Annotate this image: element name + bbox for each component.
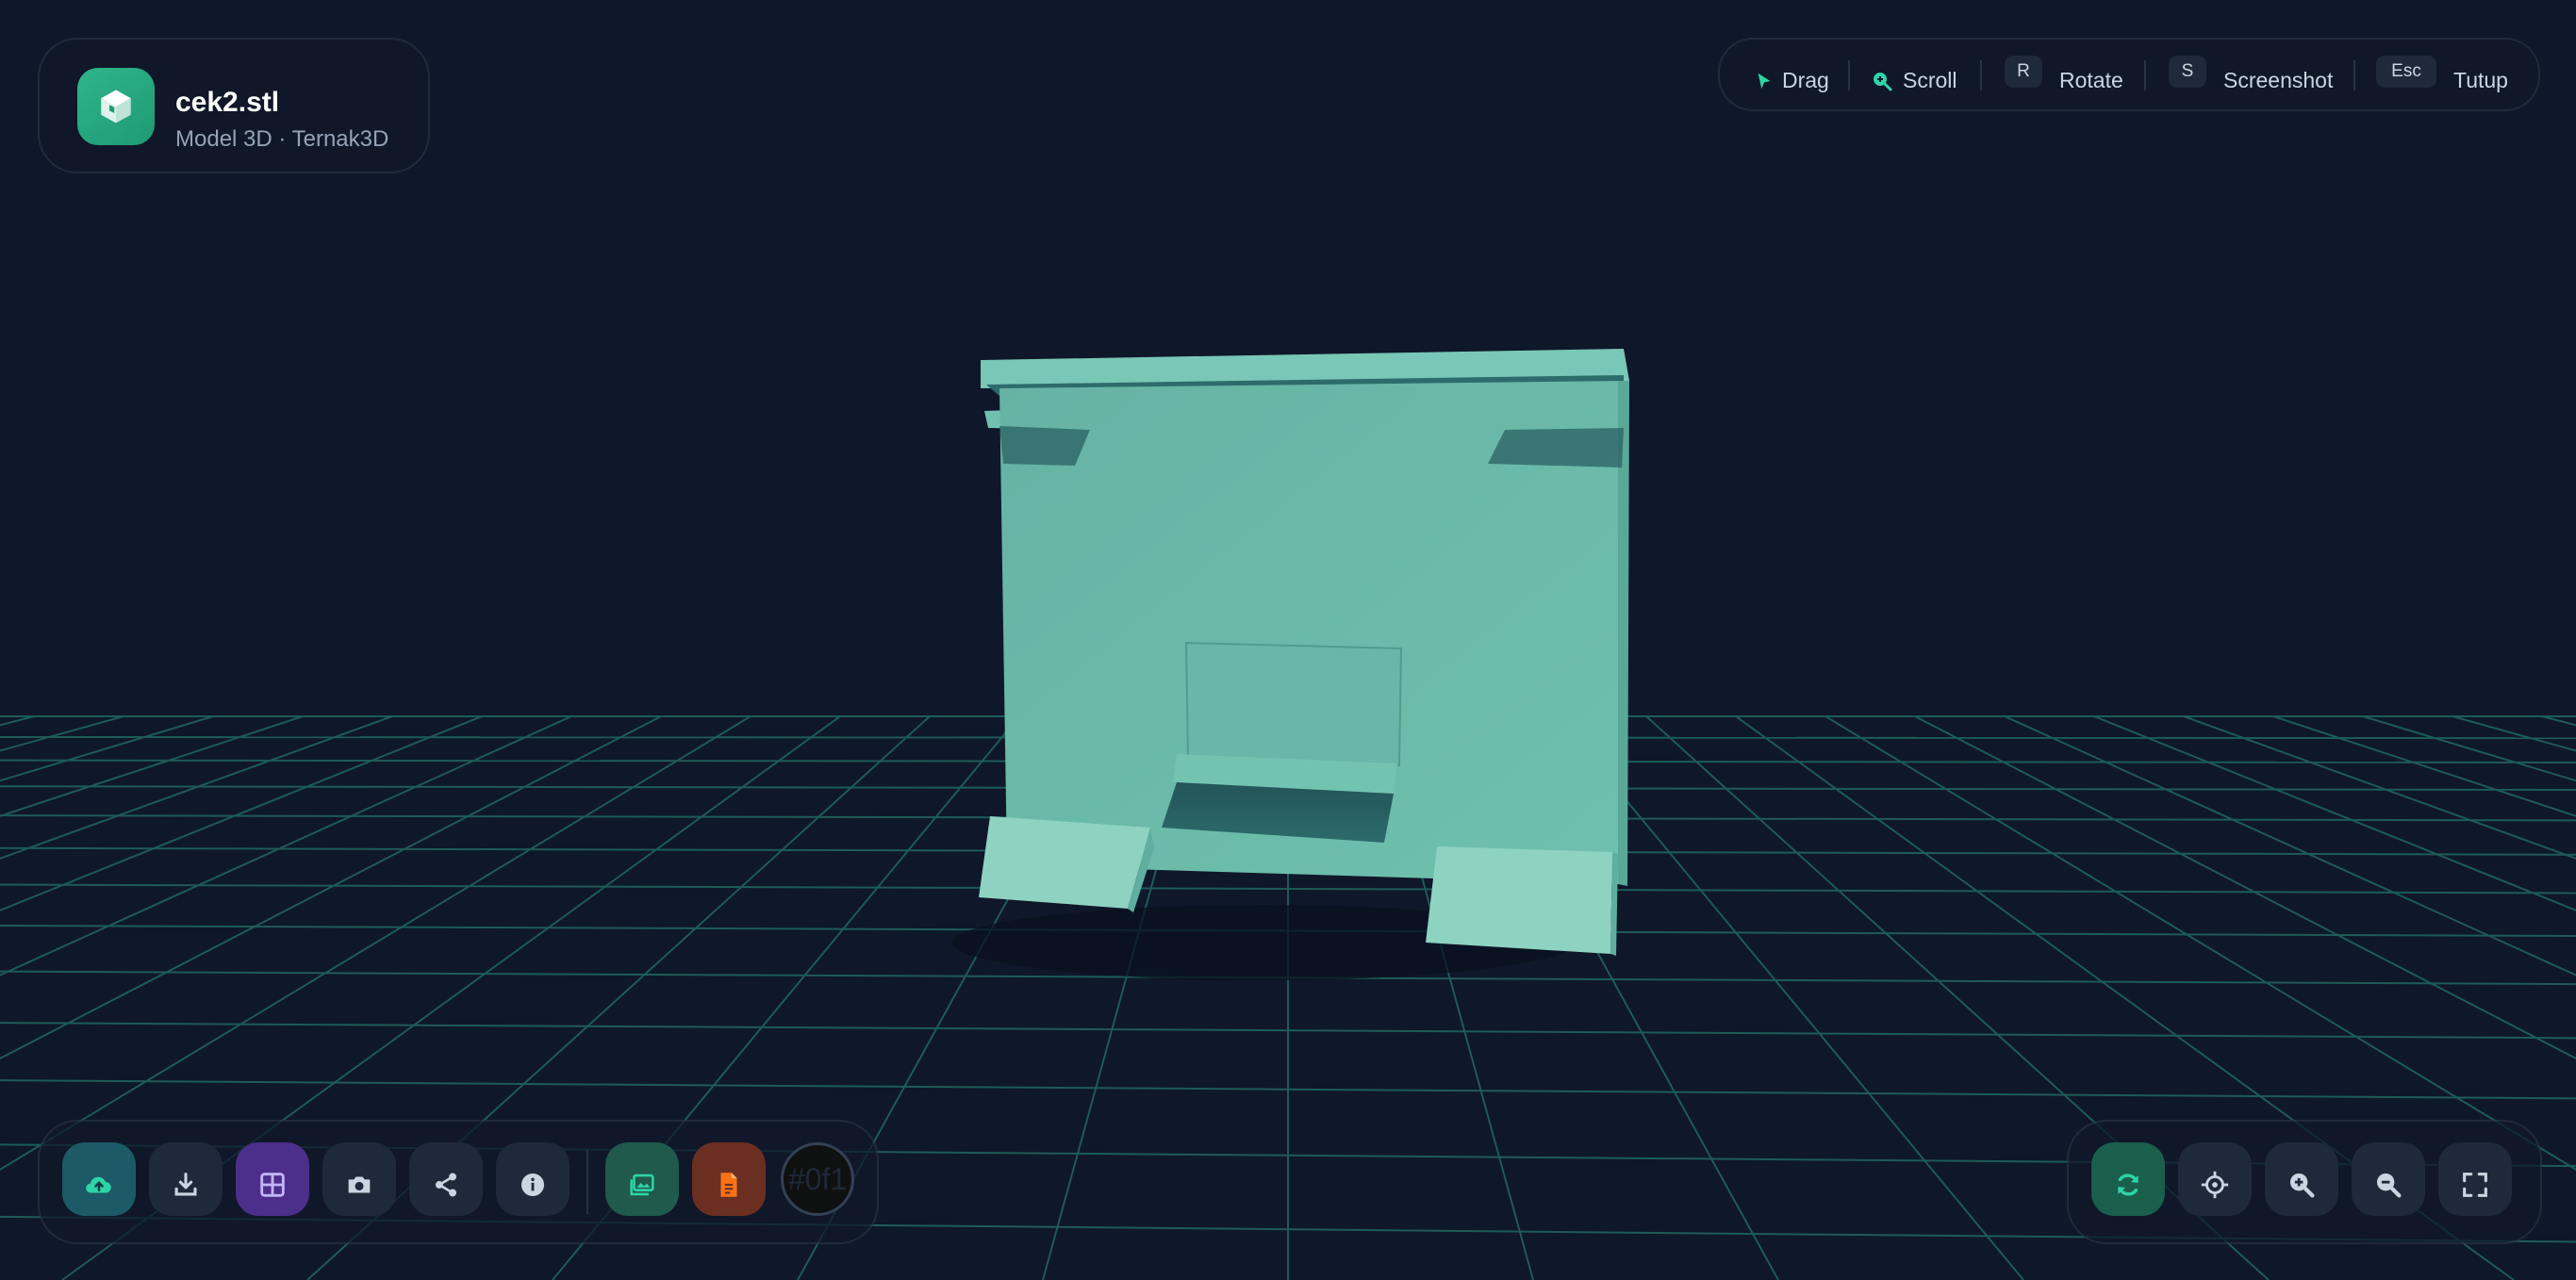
viewport-3d[interactable] bbox=[0, 0, 2576, 1280]
hint-divider bbox=[2353, 60, 2355, 90]
zoom-in-button[interactable] bbox=[2265, 1142, 2338, 1216]
cloud-upload-icon bbox=[86, 1176, 111, 1193]
cube-icon bbox=[77, 68, 155, 145]
document-button[interactable] bbox=[692, 1142, 766, 1216]
crosshair-icon bbox=[2201, 1171, 2229, 1199]
main-toolbar: #0f1 bbox=[38, 1120, 879, 1244]
info-icon bbox=[520, 1173, 545, 1197]
grid-line bbox=[2541, 715, 2576, 727]
toolbar-divider bbox=[586, 1150, 588, 1214]
pointer-icon bbox=[1758, 73, 1771, 90]
grid-line bbox=[0, 715, 35, 727]
camera-icon bbox=[348, 1176, 371, 1193]
hint-screenshot: S Screenshot bbox=[2169, 40, 2333, 109]
controls-hint-bar: Drag Scroll R Rotate S Screenshot Esc Tu… bbox=[1718, 38, 2540, 111]
grid-icon bbox=[260, 1173, 285, 1197]
hint-close: Esc Tutup bbox=[2376, 40, 2508, 109]
document-icon bbox=[720, 1173, 737, 1197]
zoom-scroll-icon bbox=[1874, 73, 1892, 91]
share-button[interactable] bbox=[409, 1142, 483, 1216]
auto-rotate-icon bbox=[2118, 1173, 2138, 1196]
fullscreen-icon bbox=[2463, 1173, 2487, 1197]
key-badge: S bbox=[2169, 56, 2206, 88]
auto-rotate-button[interactable] bbox=[2091, 1142, 2165, 1216]
gallery-button[interactable] bbox=[605, 1142, 679, 1216]
hint-label: Drag bbox=[1782, 67, 1829, 92]
recenter-button[interactable] bbox=[2178, 1142, 2252, 1216]
hint-label: Screenshot bbox=[2223, 67, 2334, 92]
image-gallery-icon bbox=[630, 1173, 654, 1196]
screenshot-button[interactable] bbox=[322, 1142, 396, 1216]
model-color-picker[interactable]: #0f1 bbox=[781, 1142, 854, 1216]
color-value: #0f1 bbox=[787, 1161, 848, 1196]
hint-divider bbox=[1980, 60, 1982, 90]
key-badge: Esc bbox=[2376, 56, 2436, 88]
hint-divider bbox=[1848, 60, 1850, 90]
share-icon bbox=[435, 1173, 457, 1197]
hint-divider bbox=[2144, 60, 2146, 90]
hint-label: Rotate bbox=[2059, 67, 2123, 92]
hint-label: Scroll bbox=[1903, 67, 1957, 92]
stl-model[interactable] bbox=[979, 349, 1629, 956]
zoom-out-button[interactable] bbox=[2352, 1142, 2425, 1216]
key-badge: R bbox=[2005, 56, 2042, 88]
file-info-card: cek2.stl Model 3D · Ternak3D bbox=[38, 38, 430, 173]
upload-button[interactable] bbox=[62, 1142, 136, 1216]
info-button[interactable] bbox=[496, 1142, 570, 1216]
zoom-in-icon bbox=[2289, 1173, 2315, 1198]
hint-label: Tutup bbox=[2453, 67, 2508, 92]
file-name: cek2.stl bbox=[175, 87, 280, 118]
view-controls bbox=[2067, 1120, 2542, 1244]
download-button[interactable] bbox=[149, 1142, 223, 1216]
hint-rotate: R Rotate bbox=[2005, 40, 2123, 109]
file-meta: Model 3D · Ternak3D bbox=[175, 126, 389, 152]
zoom-out-icon bbox=[2376, 1173, 2402, 1198]
grid-toggle-button[interactable] bbox=[236, 1142, 309, 1216]
download-icon bbox=[174, 1173, 197, 1196]
fullscreen-button[interactable] bbox=[2438, 1142, 2512, 1216]
hint-drag: Drag bbox=[1754, 40, 1829, 109]
hint-scroll: Scroll bbox=[1871, 40, 1957, 109]
